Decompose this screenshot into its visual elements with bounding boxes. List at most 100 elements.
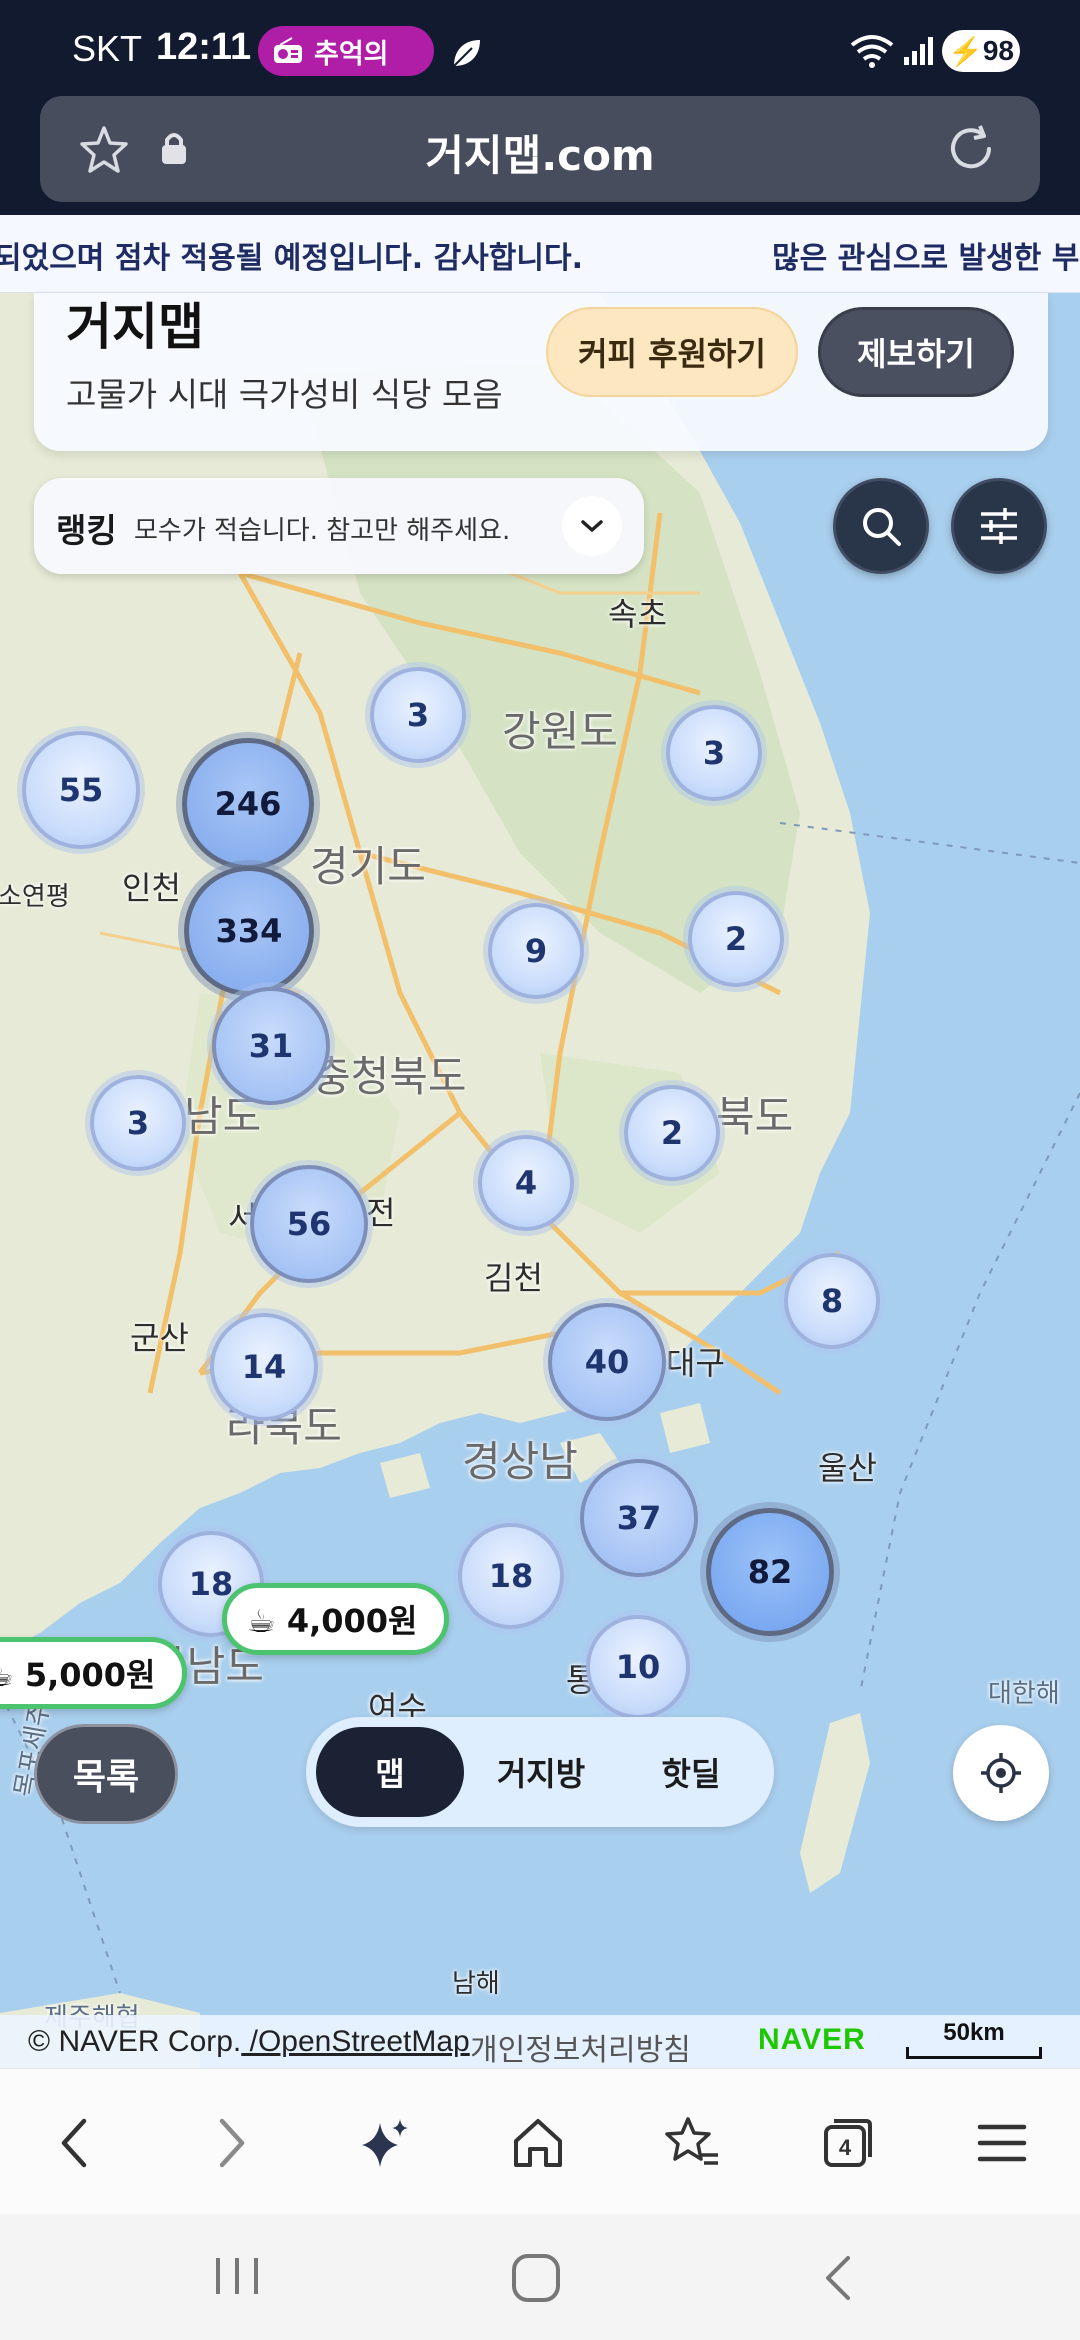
price-marker[interactable]: ☕ 5,000원 [0, 1637, 187, 1709]
restaurant-cluster[interactable]: 55 [22, 731, 140, 849]
tab-map[interactable]: 맵 [316, 1727, 464, 1817]
place-label: 군산 [130, 1319, 189, 1357]
bookmarks-icon [665, 2117, 718, 2165]
scale-label: 50km [943, 2019, 1005, 2046]
back-nav-button[interactable] [818, 2252, 858, 2304]
site-title: 거지맵 [66, 298, 204, 356]
ticker-text: 되었으며 점차 적용될 예정입니다. 감사합니다. [0, 241, 583, 276]
restaurant-cluster[interactable]: 31 [212, 987, 330, 1105]
battery-level: 98 [982, 35, 1015, 66]
restaurant-cluster[interactable]: 56 [250, 1165, 368, 1283]
place-label: 대한해 [988, 1679, 1060, 1709]
home-nav-button[interactable] [510, 2252, 562, 2304]
forward-button[interactable] [200, 2111, 264, 2175]
restaurant-cluster[interactable]: 18 [458, 1523, 564, 1629]
naver-logo: NAVER [758, 2023, 866, 2056]
tabs-button[interactable]: 4 [816, 2111, 880, 2175]
privacy-link[interactable]: 개인정보처리방침 [470, 2025, 691, 2069]
forward-icon [219, 2118, 245, 2168]
ranking-title: 랭킹 [56, 511, 117, 550]
reload-icon[interactable] [944, 122, 998, 176]
tab-hotdeal[interactable]: 핫딜 [618, 1727, 764, 1817]
place-label: 남해 [452, 1969, 500, 1999]
place-label: 소연평 [0, 882, 70, 912]
status-bar: SKT 12:11 추억의 ⚡ 98 [0, 0, 1080, 95]
wifi-icon [850, 35, 894, 68]
place-label: 대구 [666, 1344, 725, 1382]
chevron-down-icon[interactable] [562, 496, 622, 556]
radio-pill-label: 추억의 [314, 38, 389, 70]
restaurant-cluster[interactable]: 3 [370, 667, 466, 763]
carrier-label: SKT [72, 28, 143, 69]
back-nav-icon [826, 2256, 850, 2300]
place-label: 강원도 [502, 707, 618, 756]
tab-count: 4 [839, 2135, 852, 2160]
radio-icon [274, 37, 302, 63]
restaurant-cluster[interactable]: 2 [688, 891, 784, 987]
place-label: 북도 [716, 1092, 794, 1141]
list-button[interactable]: 목록 [34, 1724, 178, 1824]
restaurant-cluster[interactable]: 246 [182, 738, 314, 870]
filter-button[interactable] [951, 478, 1047, 574]
place-label: 울산 [818, 1449, 877, 1487]
recent-apps-button[interactable] [210, 2252, 264, 2300]
scale-bar: 50km [906, 2019, 1042, 2059]
restaurant-cluster[interactable]: 3 [666, 705, 762, 801]
url-text[interactable]: 거지맵.com [40, 122, 1040, 183]
site-header-card: 거지맵 고물가 시대 극가성비 식당 모음 커피 후원하기 제보하기 [34, 293, 1048, 451]
restaurant-cluster[interactable]: 37 [580, 1459, 698, 1577]
crosshair-icon [981, 1753, 1021, 1793]
bookmarks-button[interactable] [660, 2111, 724, 2175]
restaurant-cluster[interactable]: 82 [706, 1508, 834, 1636]
my-location-button[interactable] [953, 1725, 1049, 1821]
restaurant-cluster[interactable]: 334 [184, 866, 314, 996]
browser-toolbar: 4 [0, 2068, 1080, 2214]
site-subtitle: 고물가 시대 극가성비 식당 모음 [66, 375, 503, 414]
ticker-text: 많은 관심으로 발생한 부 [772, 241, 1080, 276]
home-button[interactable] [506, 2111, 570, 2175]
address-bar[interactable]: 거지맵.com [40, 96, 1040, 202]
restaurant-cluster[interactable]: 4 [478, 1135, 574, 1231]
price-marker[interactable]: ☕ 4,000원 [222, 1583, 449, 1655]
ranking-dropdown[interactable]: 랭킹 모수가 적습니다. 참고만 해주세요. [34, 478, 644, 574]
home-circle-icon [512, 2254, 560, 2302]
home-icon [514, 2119, 562, 2167]
menu-icon [977, 2124, 1027, 2162]
scale-line [906, 2047, 1042, 2059]
battery-charging-icon: ⚡ 98 [942, 30, 1020, 72]
copyright-text: © NAVER Corp. /OpenStreetMap [28, 2025, 470, 2058]
back-icon [61, 2118, 87, 2168]
clock: 12:11 [156, 26, 252, 68]
restaurant-cluster[interactable]: 40 [548, 1303, 666, 1421]
place-label: 경상남 [462, 1437, 578, 1486]
restaurant-cluster[interactable]: 10 [586, 1615, 690, 1719]
tabs-icon: 4 [824, 2119, 872, 2167]
menu-button[interactable] [970, 2111, 1034, 2175]
report-button[interactable]: 제보하기 [818, 307, 1014, 397]
place-label: 전 [366, 1194, 396, 1232]
search-icon [863, 508, 901, 546]
tab-geojibang[interactable]: 거지방 [466, 1727, 616, 1817]
view-tabs: 맵 거지방 핫딜 [306, 1717, 774, 1827]
search-button[interactable] [833, 478, 929, 574]
restaurant-cluster[interactable]: 2 [624, 1085, 720, 1181]
restaurant-cluster[interactable]: 8 [784, 1253, 880, 1349]
restaurant-cluster[interactable]: 3 [90, 1075, 186, 1171]
osm-link[interactable]: /OpenStreetMap [241, 2025, 470, 2058]
back-button[interactable] [42, 2111, 106, 2175]
notice-ticker: 되었으며 점차 적용될 예정입니다. 감사합니다. 많은 관심으로 발생한 부 [0, 215, 1080, 293]
place-label: 김천 [484, 1259, 543, 1297]
system-navigation-bar [0, 2214, 1080, 2340]
coffee-donate-button[interactable]: 커피 후원하기 [546, 307, 798, 397]
radio-pill[interactable]: 추억의 [258, 26, 434, 76]
restaurant-cluster[interactable]: 14 [210, 1313, 318, 1421]
map-attribution: © NAVER Corp. /OpenStreetMap 개인정보처리방침 NA… [0, 2015, 1080, 2068]
sparkle-icon [362, 2119, 408, 2167]
leaf-icon [453, 40, 480, 67]
place-label: 충청북도 [312, 1052, 467, 1101]
ai-button[interactable] [354, 2111, 418, 2175]
signal-icon [904, 37, 933, 65]
ranking-note: 모수가 적습니다. 참고만 해주세요. [134, 516, 511, 546]
restaurant-cluster[interactable]: 9 [488, 903, 584, 999]
place-label: 속초 [608, 595, 667, 633]
